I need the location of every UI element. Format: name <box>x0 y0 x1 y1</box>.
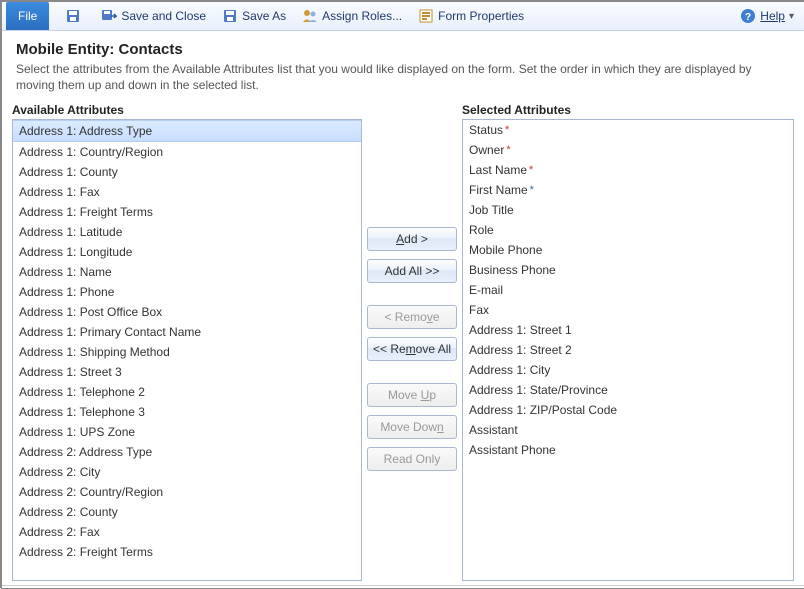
save-as-icon <box>222 8 238 24</box>
help-button[interactable]: ? Help ▾ <box>734 6 800 26</box>
selected-listbox[interactable]: Status*Owner*Last Name*First Name*Job Ti… <box>462 119 794 581</box>
available-item[interactable]: Address 1: Shipping Method <box>13 342 361 362</box>
available-item[interactable]: Address 1: Street 3 <box>13 362 361 382</box>
available-item[interactable]: Address 1: Name <box>13 262 361 282</box>
available-item[interactable]: Address 1: Telephone 3 <box>13 402 361 422</box>
available-column: Available Attributes Address 1: Address … <box>12 103 362 581</box>
assign-roles-button[interactable]: Assign Roles... <box>296 3 408 29</box>
available-item[interactable]: Address 1: Phone <box>13 282 361 302</box>
selected-item[interactable]: Mobile Phone <box>463 240 793 260</box>
save-as-label: Save As <box>242 9 286 23</box>
chevron-down-icon: ▾ <box>789 11 794 22</box>
remove-all-button[interactable]: << Remove All <box>367 337 457 361</box>
available-item[interactable]: Address 1: Freight Terms <box>13 202 361 222</box>
available-item[interactable]: Address 2: City <box>13 462 361 482</box>
selected-item[interactable]: Address 1: ZIP/Postal Code <box>463 400 793 420</box>
available-item[interactable]: Address 1: Address Type <box>13 120 361 142</box>
horizontal-scrollbar[interactable] <box>2 585 804 589</box>
help-label: Help <box>760 9 785 23</box>
svg-text:?: ? <box>745 12 751 23</box>
selected-item[interactable]: Address 1: Street 1 <box>463 320 793 340</box>
transfer-buttons: Add > Add All >> < Remove << Remove All … <box>362 103 462 581</box>
selected-column: Selected Attributes Status*Owner*Last Na… <box>462 103 794 581</box>
save-close-button[interactable]: Save and Close <box>95 3 212 29</box>
available-listbox[interactable]: Address 1: Address TypeAddress 1: Countr… <box>12 119 362 581</box>
available-item[interactable]: Address 1: Primary Contact Name <box>13 322 361 342</box>
save-close-label: Save and Close <box>121 9 206 23</box>
selected-item[interactable]: First Name* <box>463 180 793 200</box>
selected-item[interactable]: Job Title <box>463 200 793 220</box>
file-menu[interactable]: File <box>6 2 49 30</box>
available-item[interactable]: Address 1: Country/Region <box>13 142 361 162</box>
add-button[interactable]: Add > <box>367 227 457 251</box>
available-item[interactable]: Address 1: Post Office Box <box>13 302 361 322</box>
selected-title: Selected Attributes <box>462 103 794 117</box>
move-down-button: Move Down <box>367 415 457 439</box>
available-title: Available Attributes <box>12 103 362 117</box>
roles-icon <box>302 8 318 24</box>
selected-item[interactable]: Address 1: Street 2 <box>463 340 793 360</box>
available-item[interactable]: Address 2: Fax <box>13 522 361 542</box>
assign-roles-label: Assign Roles... <box>322 9 402 23</box>
available-item[interactable]: Address 2: Address Type <box>13 442 361 462</box>
available-item[interactable]: Address 1: Fax <box>13 182 361 202</box>
selected-item[interactable]: Assistant <box>463 420 793 440</box>
selected-item[interactable]: Address 1: State/Province <box>463 380 793 400</box>
available-item[interactable]: Address 1: UPS Zone <box>13 422 361 442</box>
page-title: Mobile Entity: Contacts <box>16 41 790 58</box>
available-item[interactable]: Address 1: Longitude <box>13 242 361 262</box>
selected-item[interactable]: Last Name* <box>463 160 793 180</box>
form-properties-button[interactable]: Form Properties <box>412 3 530 29</box>
save-close-icon <box>101 8 117 24</box>
available-item[interactable]: Address 1: Latitude <box>13 222 361 242</box>
page-description: Select the attributes from the Available… <box>16 62 790 93</box>
selected-item[interactable]: Role <box>463 220 793 240</box>
main-area: Available Attributes Address 1: Address … <box>2 97 804 585</box>
available-item[interactable]: Address 2: Freight Terms <box>13 542 361 562</box>
add-all-button[interactable]: Add All >> <box>367 259 457 283</box>
selected-item[interactable]: Status* <box>463 120 793 140</box>
selected-item[interactable]: Fax <box>463 300 793 320</box>
required-mark: * <box>505 124 509 136</box>
selected-item[interactable]: Owner* <box>463 140 793 160</box>
save-as-button[interactable]: Save As <box>216 3 292 29</box>
selected-item[interactable]: Assistant Phone <box>463 440 793 460</box>
remove-button: < Remove <box>367 305 457 329</box>
save-button[interactable] <box>59 3 91 29</box>
required-mark: * <box>529 164 533 176</box>
selected-item[interactable]: Business Phone <box>463 260 793 280</box>
form-props-icon <box>418 8 434 24</box>
help-icon: ? <box>740 8 756 24</box>
selected-item[interactable]: Address 1: City <box>463 360 793 380</box>
required-mark: * <box>530 184 534 196</box>
available-item[interactable]: Address 2: Country/Region <box>13 482 361 502</box>
available-item[interactable]: Address 2: County <box>13 502 361 522</box>
form-properties-label: Form Properties <box>438 9 524 23</box>
toolbar: File Save and Close Save As Assign Roles… <box>2 2 804 31</box>
available-item[interactable]: Address 1: Telephone 2 <box>13 382 361 402</box>
page-header: Mobile Entity: Contacts Select the attri… <box>2 31 804 97</box>
save-icon <box>65 8 81 24</box>
selected-item[interactable]: E-mail <box>463 280 793 300</box>
move-up-button: Move Up <box>367 383 457 407</box>
required-mark: * <box>506 144 510 156</box>
read-only-button: Read Only <box>367 447 457 471</box>
available-item[interactable]: Address 1: County <box>13 162 361 182</box>
